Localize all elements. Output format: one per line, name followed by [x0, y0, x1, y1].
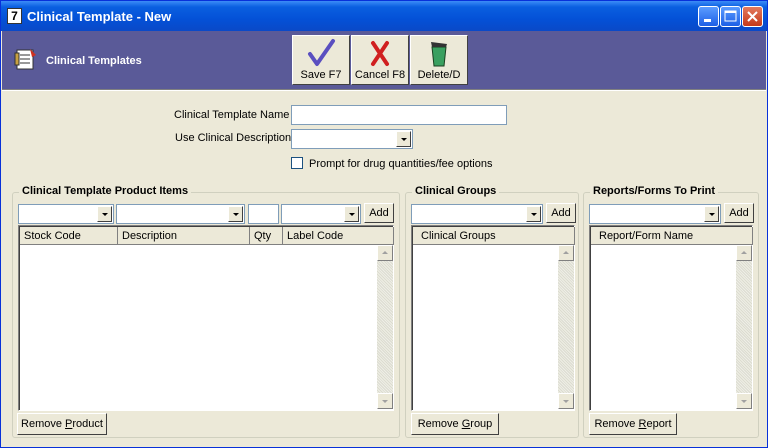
groups-grid-header: Clinical Groups — [413, 227, 575, 245]
delete-button[interactable]: Delete/D — [410, 35, 468, 85]
clinical-groups-grid[interactable]: Clinical Groups — [411, 225, 575, 411]
chevron-down-icon[interactable] — [228, 206, 243, 222]
scroll-down-icon[interactable] — [736, 393, 752, 409]
remove-product-button[interactable]: Remove Product — [17, 413, 107, 435]
remove-report-label-prefix: Remove — [594, 418, 639, 430]
trash-bin-icon — [431, 42, 447, 67]
save-button[interactable]: Save F7 — [292, 35, 350, 85]
stock-code-select[interactable] — [18, 204, 114, 224]
prompt-checkbox[interactable] — [291, 157, 303, 169]
add-product-button[interactable]: Add — [364, 203, 394, 223]
reports-grid-header: Report/Form Name — [591, 227, 753, 245]
checkmark-icon — [308, 39, 335, 66]
use-description-select[interactable] — [291, 129, 413, 149]
add-group-button[interactable]: Add — [546, 203, 576, 223]
remove-product-label-prefix: Remove — [21, 418, 66, 430]
clinical-group-select[interactable] — [411, 204, 543, 224]
chevron-down-icon[interactable] — [97, 206, 112, 222]
header-separator — [2, 89, 766, 91]
remove-group-accelerator: G — [461, 418, 471, 430]
use-description-label: Use Clinical Description — [175, 132, 292, 144]
close-icon — [747, 11, 758, 22]
template-name-input[interactable] — [291, 105, 507, 125]
remove-report-button[interactable]: Remove Report — [589, 413, 677, 435]
product-grid-header: Stock Code Description Qty Label Code — [20, 227, 394, 245]
clinical-template-window: 7 Clinical Template - New Clinical Templ… — [0, 0, 768, 448]
column-header-description[interactable]: Description — [118, 227, 250, 245]
scroll-down-icon[interactable] — [377, 393, 393, 409]
product-items-title: Clinical Template Product Items — [19, 185, 192, 197]
maximize-icon — [724, 10, 737, 22]
reports-grid-scrollbar[interactable] — [736, 245, 752, 409]
chevron-down-icon[interactable] — [396, 131, 411, 147]
scroll-up-icon[interactable] — [558, 245, 574, 261]
add-report-button[interactable]: Add — [724, 203, 754, 223]
chevron-down-icon[interactable] — [704, 206, 719, 222]
qty-input[interactable] — [248, 204, 279, 224]
remove-group-label-prefix: Remove — [417, 418, 462, 430]
product-grid-scrollbar[interactable] — [377, 245, 393, 409]
chevron-down-icon[interactable] — [344, 206, 359, 222]
prompt-checkbox-label: Prompt for drug quantities/fee options — [309, 158, 493, 170]
groups-grid-scrollbar[interactable] — [558, 245, 574, 409]
cancel-button[interactable]: Cancel F8 — [351, 35, 409, 85]
template-name-label: Clinical Template Name — [174, 109, 290, 121]
column-header-clinical-groups[interactable]: Clinical Groups — [413, 227, 575, 245]
column-header-qty[interactable]: Qty — [250, 227, 283, 245]
remove-product-label-suffix: roduct — [72, 418, 103, 430]
reports-grid[interactable]: Report/Form Name — [589, 225, 753, 411]
column-header-label-code[interactable]: Label Code — [283, 227, 394, 245]
scroll-up-icon[interactable] — [377, 245, 393, 261]
maximize-button[interactable] — [720, 6, 741, 27]
remove-group-button[interactable]: Remove Group — [411, 413, 499, 435]
column-header-report-form-name[interactable]: Report/Form Name — [591, 227, 753, 245]
scroll-up-icon[interactable] — [736, 245, 752, 261]
header-toolbar: Clinical Templates Save F7 Cancel F8 Del… — [2, 31, 766, 89]
clinical-groups-title: Clinical Groups — [412, 185, 500, 197]
report-select[interactable] — [589, 204, 721, 224]
scroll-down-icon[interactable] — [558, 393, 574, 409]
description-select[interactable] — [116, 204, 245, 224]
remove-group-label-suffix: roup — [470, 418, 493, 430]
label-code-select[interactable] — [281, 204, 361, 224]
delete-button-label: Delete/D — [417, 69, 461, 81]
red-x-icon — [371, 41, 389, 66]
window-title: Clinical Template - New — [27, 9, 172, 24]
app-icon: 7 — [7, 8, 22, 24]
minimize-button[interactable] — [698, 6, 719, 27]
column-header-stock-code[interactable]: Stock Code — [20, 227, 118, 245]
title-bar[interactable]: 7 Clinical Template - New — [1, 1, 767, 31]
remove-report-label-suffix: eport — [646, 418, 672, 430]
close-button[interactable] — [742, 6, 763, 27]
chevron-down-icon[interactable] — [526, 206, 541, 222]
cancel-button-label: Cancel F8 — [354, 69, 406, 81]
product-items-grid[interactable]: Stock Code Description Qty Label Code — [18, 225, 394, 411]
reports-title: Reports/Forms To Print — [590, 185, 719, 197]
minimize-icon — [704, 19, 711, 22]
save-button-label: Save F7 — [300, 69, 342, 81]
header-title: Clinical Templates — [46, 55, 142, 67]
notepad-icon — [14, 49, 36, 70]
